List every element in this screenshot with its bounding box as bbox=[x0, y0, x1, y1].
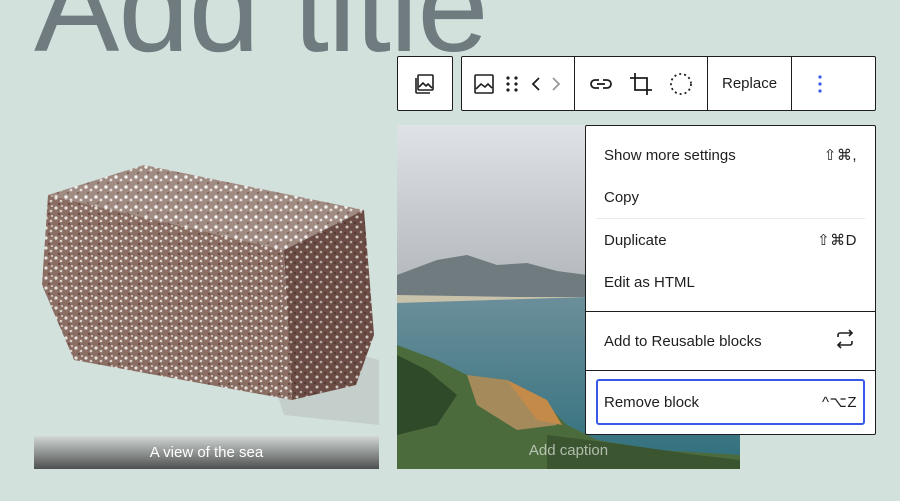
menu-item-copy[interactable]: Copy bbox=[596, 176, 865, 218]
menu-item-duplicate[interactable]: Duplicate ⇧⌘D bbox=[596, 219, 865, 261]
menu-section-reusable: Add to Reusable blocks bbox=[586, 311, 875, 370]
menu-item-remove-block[interactable]: Remove block ^⌥Z bbox=[596, 379, 865, 425]
image-icon[interactable] bbox=[470, 64, 498, 104]
chevron-right-icon[interactable] bbox=[546, 64, 566, 104]
block-switcher-group bbox=[462, 57, 575, 110]
crop-icon[interactable] bbox=[627, 64, 655, 104]
select-circle-icon[interactable] bbox=[667, 64, 695, 104]
parent-block-toolbar bbox=[397, 56, 453, 111]
drag-handle-icon[interactable] bbox=[498, 64, 526, 104]
replace-group: Replace bbox=[708, 57, 793, 110]
menu-item-shortcut: ^⌥Z bbox=[822, 394, 857, 411]
menu-item-label: Add to Reusable blocks bbox=[604, 332, 762, 350]
link-icon[interactable] bbox=[587, 64, 615, 104]
reusable-icon bbox=[833, 327, 857, 355]
menu-item-label: Copy bbox=[604, 188, 640, 206]
image-block-cake[interactable]: A view of the sea bbox=[34, 125, 379, 469]
gallery-icon[interactable] bbox=[411, 64, 439, 104]
menu-item-show-more-settings[interactable]: Show more settings ⇧⌘, bbox=[596, 134, 865, 176]
chevron-left-icon[interactable] bbox=[526, 64, 546, 104]
menu-item-label: Duplicate bbox=[604, 231, 667, 249]
more-vertical-icon[interactable] bbox=[806, 64, 834, 104]
menu-section-general: Show more settings ⇧⌘, Copy Duplicate ⇧⌘… bbox=[586, 126, 875, 311]
menu-item-label: Remove block bbox=[604, 393, 700, 411]
cake-image bbox=[42, 165, 379, 425]
menu-item-label: Edit as HTML bbox=[604, 273, 695, 291]
image-caption[interactable]: A view of the sea bbox=[34, 436, 379, 469]
block-toolbar: Replace bbox=[461, 56, 876, 111]
menu-item-add-to-reusable-blocks[interactable]: Add to Reusable blocks bbox=[596, 320, 865, 362]
block-options-menu: Show more settings ⇧⌘, Copy Duplicate ⇧⌘… bbox=[585, 125, 876, 435]
options-group bbox=[792, 57, 848, 110]
replace-button[interactable]: Replace bbox=[716, 64, 783, 104]
image-tools-group bbox=[575, 57, 708, 110]
menu-item-edit-as-html[interactable]: Edit as HTML bbox=[596, 261, 865, 303]
menu-item-label: Show more settings bbox=[604, 146, 736, 164]
menu-section-remove: Remove block ^⌥Z bbox=[586, 370, 875, 433]
menu-item-shortcut: ⇧⌘, bbox=[823, 147, 857, 164]
menu-item-shortcut: ⇧⌘D bbox=[817, 232, 857, 249]
caption-placeholder[interactable]: Add caption bbox=[397, 442, 740, 459]
